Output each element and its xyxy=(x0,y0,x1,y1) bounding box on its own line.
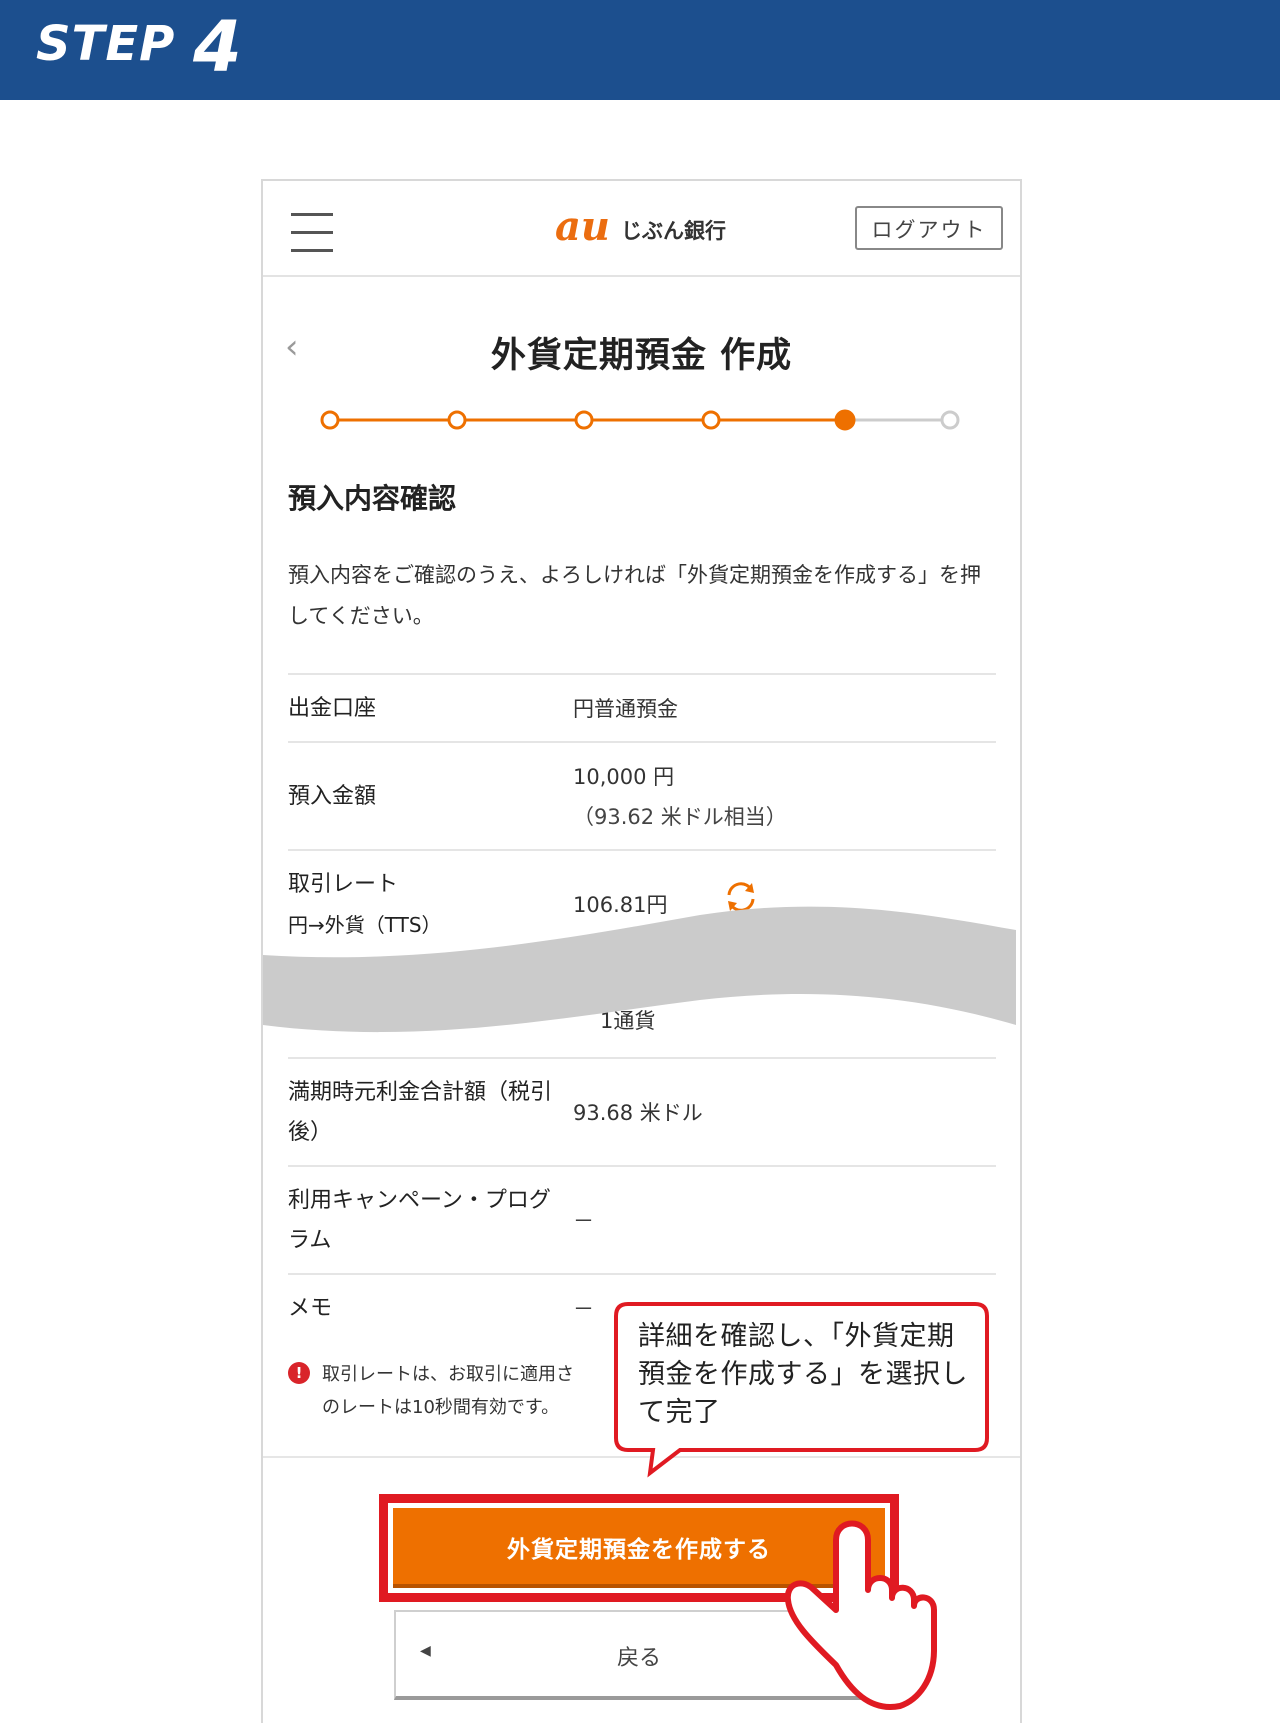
row-value: 93.68 米ドル xyxy=(573,1101,703,1125)
step-banner: STEP 4 xyxy=(0,0,1280,100)
progress-step-6 xyxy=(940,410,960,430)
row-label: 取引レート xyxy=(288,872,399,897)
detail-row-campaign: 利用キャンペーン・プログラム － xyxy=(288,1165,996,1275)
bank-logo[interactable]: au じぶん銀行 xyxy=(555,203,735,250)
app-header: au じぶん銀行 ログアウト xyxy=(263,181,1020,277)
progress-step-1 xyxy=(320,410,340,430)
refresh-icon[interactable] xyxy=(723,879,759,915)
progress-stepper xyxy=(320,409,960,431)
row-label: メモ xyxy=(288,1296,333,1321)
notice-line-1: 取引レートは、お取引に適用さ xyxy=(322,1364,574,1385)
logo-mark: au xyxy=(555,203,610,250)
step-label: STEP xyxy=(36,16,176,72)
section-title: 預入内容確認 xyxy=(288,482,457,515)
back-button[interactable]: ◀ 戻る xyxy=(394,1610,884,1700)
row-label: 利用キャンペーン・プログラム xyxy=(288,1188,551,1253)
row-value-sub: （93.62 米ドル相当） xyxy=(573,805,787,829)
create-deposit-button[interactable]: 外貨定期預金を作成する xyxy=(393,1508,885,1588)
progress-step-2 xyxy=(447,410,467,430)
detail-row-partial: 1通貨 xyxy=(288,959,996,1059)
row-value: 円普通預金 xyxy=(573,697,678,721)
progress-step-4 xyxy=(701,410,721,430)
row-value: 10,000 円 xyxy=(573,765,675,789)
row-value: － xyxy=(573,1297,594,1321)
detail-row-withdrawal-account: 出金口座 円普通預金 xyxy=(288,673,996,743)
row-label: 出金口座 xyxy=(288,696,377,721)
divider xyxy=(263,1456,1020,1458)
row-value: 1通貨 xyxy=(600,1009,656,1033)
detail-row-deposit-amount: 預入金額 10,000 円 （93.62 米ドル相当） xyxy=(288,741,996,851)
row-label: 満期時元利金合計額（税引後） xyxy=(288,1080,553,1145)
progress-step-3 xyxy=(574,410,594,430)
progress-step-5-current xyxy=(834,409,856,431)
page-title: 外貨定期預金 作成 xyxy=(490,336,793,376)
alert-circle-icon: ! xyxy=(288,1362,310,1384)
notice-line-2: のレートは10秒間有効です。 xyxy=(322,1397,560,1418)
row-value: － xyxy=(573,1209,594,1233)
logo-text: じぶん銀行 xyxy=(621,219,726,243)
intro-text: 預入内容をご確認のうえ、よろしければ「外貨定期預金を作成する」を押してください。 xyxy=(288,563,981,628)
callout-text: 詳細を確認し、「外貨定期預金を作成する」を選択して完了 xyxy=(638,1321,968,1428)
back-button-label: 戻る xyxy=(616,1646,661,1671)
logout-button[interactable]: ログアウト xyxy=(855,206,1003,250)
hamburger-menu-icon[interactable] xyxy=(291,213,333,253)
detail-row-maturity-total: 満期時元利金合計額（税引後） 93.68 米ドル xyxy=(288,1057,996,1167)
detail-row-exchange-rate: 取引レート 円→外貨（TTS） 106.81円 xyxy=(288,849,996,961)
row-value: 106.81円 xyxy=(573,893,668,917)
row-label: 預入金額 xyxy=(288,784,377,809)
rate-notice: ! 取引レートは、お取引に適用さ のレートは10秒間有効です。 xyxy=(288,1358,618,1438)
step-number: 4 xyxy=(193,6,242,88)
row-label-sub: 円→外貨（TTS） xyxy=(288,913,442,937)
phone-screen: au じぶん銀行 ログアウト ‹ 外貨定期預金 作成 預入内容確認 預入内容をご… xyxy=(261,179,1022,1723)
